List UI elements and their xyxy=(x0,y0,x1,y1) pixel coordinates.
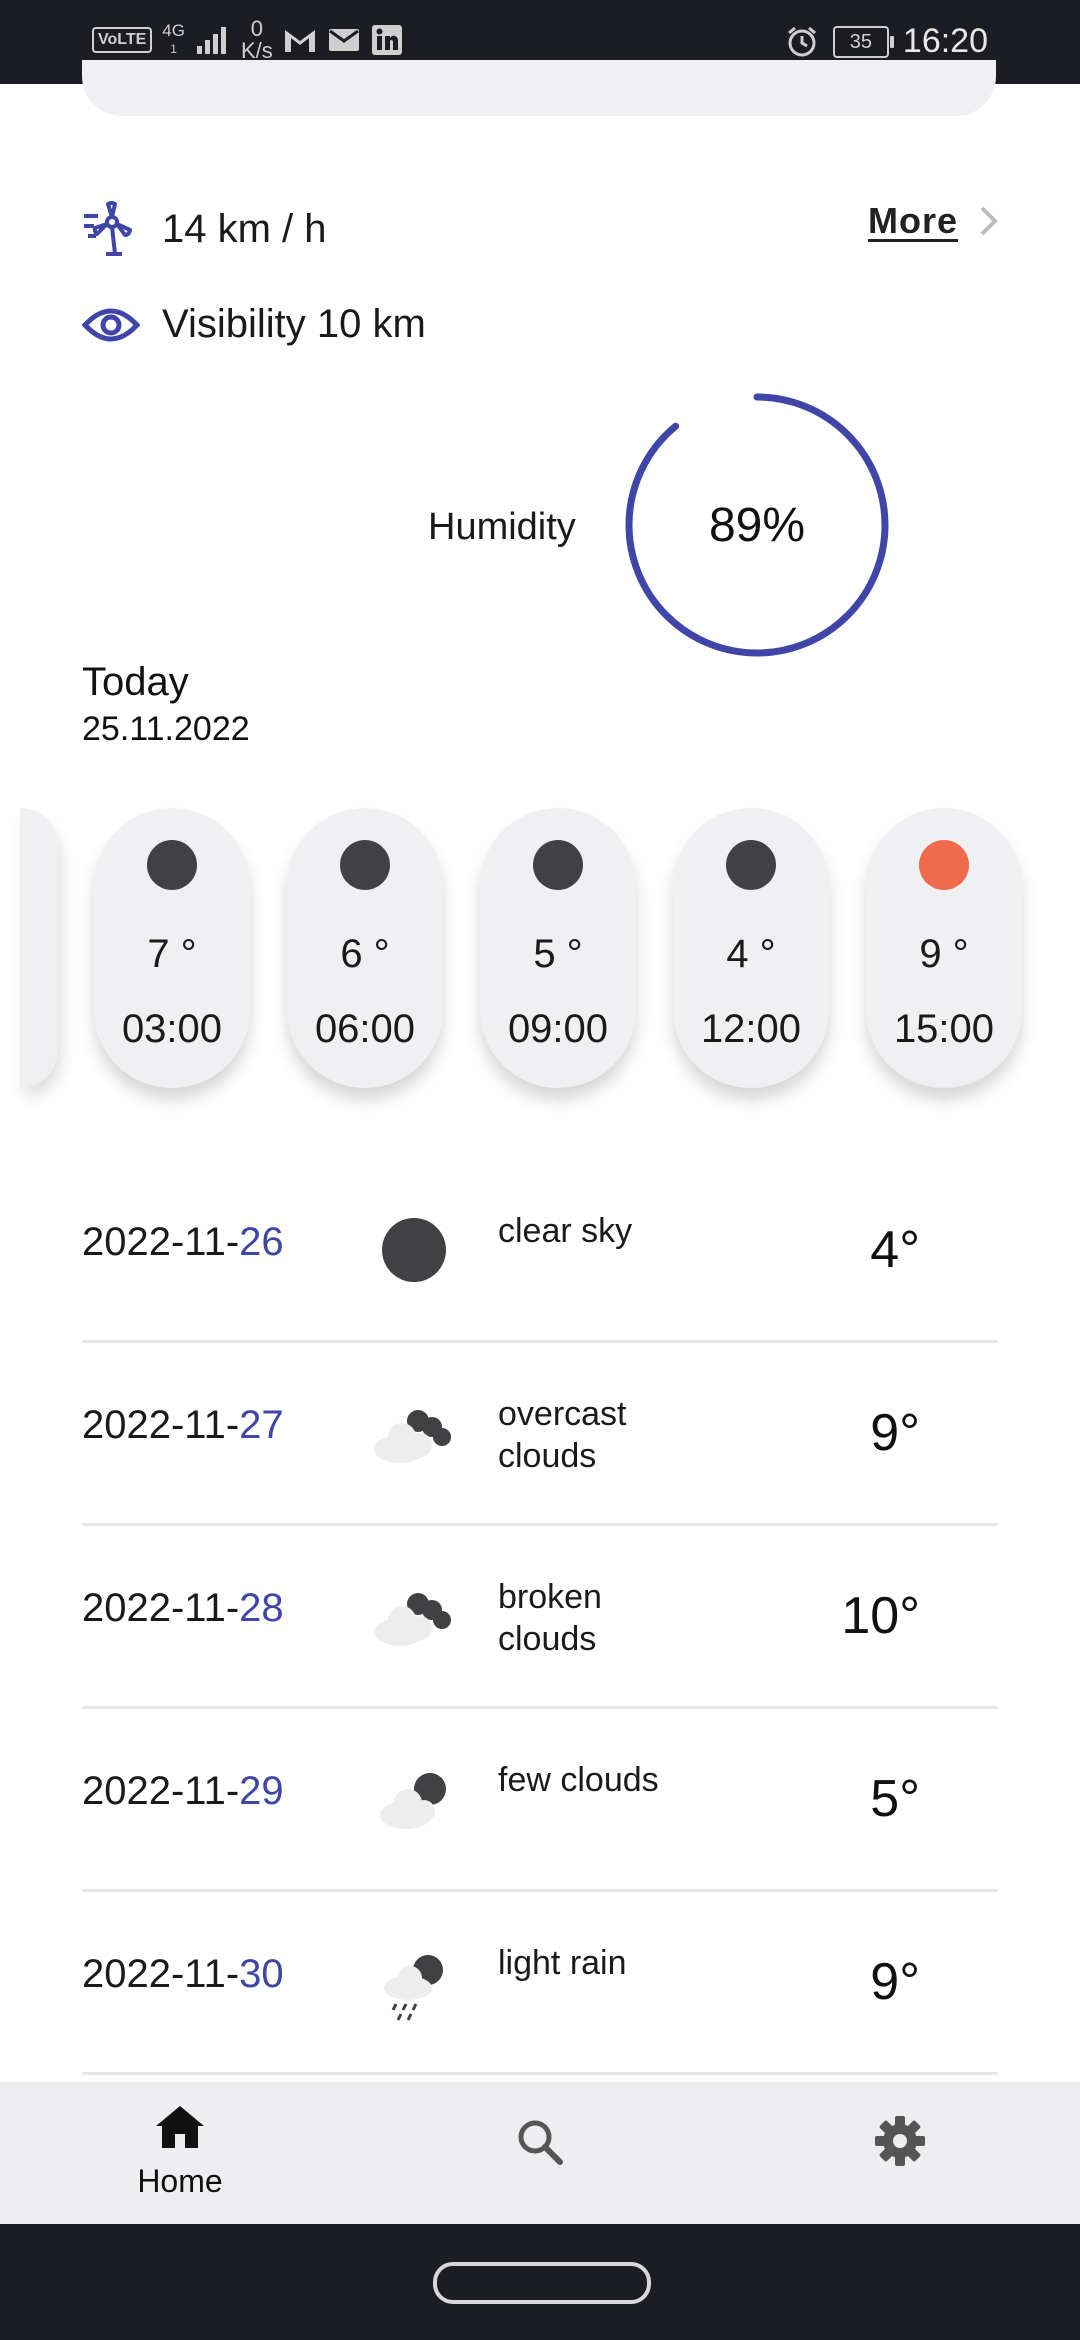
hourly-temp: 9 ° xyxy=(919,932,969,976)
forecast-date: 2022-11-27 xyxy=(82,1403,284,1447)
nav-search[interactable] xyxy=(440,2116,640,2173)
hourly-forecast[interactable]: 7 ° 03:00 6 ° 06:00 5 ° 09:00 4 ° 12:00 … xyxy=(20,808,1040,1098)
more-label: More xyxy=(867,200,958,241)
forecast-temp: 10° xyxy=(841,1587,920,1645)
sun-icon xyxy=(919,840,969,890)
moon-icon xyxy=(147,840,197,890)
search-icon xyxy=(518,2120,563,2165)
nav-home[interactable]: Home xyxy=(80,2102,280,2200)
forecast-description: few clouds xyxy=(498,1761,659,1799)
summary-card xyxy=(82,60,996,116)
today-date: 25.11.2022 xyxy=(82,710,250,748)
gmail-icon xyxy=(284,30,315,52)
visibility-row: Visibility 10 km xyxy=(82,302,426,347)
mail-icon xyxy=(328,29,359,51)
humidity-value: 89% xyxy=(708,498,806,552)
more-button[interactable]: More xyxy=(868,200,1000,242)
status-right: 35 16:20 xyxy=(785,22,988,61)
forecast-row[interactable]: 2022-11-28 broken clouds 10° xyxy=(82,1526,998,1709)
nav-home-label: Home xyxy=(137,2163,223,2199)
wind-row: 14 km / h xyxy=(82,200,327,258)
battery-icon: 35 xyxy=(832,25,894,58)
visibility-value: Visibility 10 km xyxy=(162,302,426,346)
hourly-card[interactable]: 6 ° 06:00 xyxy=(287,808,443,1088)
system-navigation-bar xyxy=(0,2224,1080,2340)
forecast-description: overcast clouds xyxy=(498,1395,627,1475)
forecast-row[interactable]: 2022-11-26 clear sky 4° xyxy=(82,1160,998,1343)
daily-forecast-list: 2022-11-26 clear sky 4° 2022-11-27 overc… xyxy=(82,1160,998,2075)
hourly-temp: 6 ° xyxy=(340,932,390,976)
forecast-temp: 9° xyxy=(870,1953,920,2011)
hourly-time: 03:00 xyxy=(121,1007,223,1051)
forecast-row[interactable]: 2022-11-27 overcast clouds 9° xyxy=(82,1343,998,1526)
signal-icon xyxy=(196,27,226,54)
humidity-label: Humidity xyxy=(428,506,576,548)
forecast-date: 2022-11-29 xyxy=(82,1769,284,1813)
moon-icon xyxy=(533,840,583,890)
few-clouds-icon xyxy=(380,1773,446,1829)
hourly-temp: 4 ° xyxy=(726,932,776,976)
forecast-temp: 4° xyxy=(870,1221,920,1279)
forecast-row[interactable]: 2022-11-30 light rain 9° xyxy=(82,1892,998,2075)
hourly-card[interactable]: 4 ° 12:00 xyxy=(673,808,829,1088)
forecast-date: 2022-11-28 xyxy=(82,1586,284,1630)
nav-settings[interactable] xyxy=(800,2114,1000,2173)
eye-icon xyxy=(82,308,140,341)
forecast-date: 2022-11-30 xyxy=(82,1952,284,1996)
moon-icon xyxy=(382,1218,446,1282)
hourly-time: 12:00 xyxy=(700,1007,802,1051)
data-speed: 0 K/s xyxy=(240,16,273,63)
hourly-time: 09:00 xyxy=(507,1007,609,1051)
bottom-navigation: Home xyxy=(0,2082,1080,2224)
overcast-clouds-icon xyxy=(374,1410,451,1463)
hourly-time: 15:00 xyxy=(893,1007,995,1051)
linkedin-icon xyxy=(371,25,402,55)
forecast-description: light rain xyxy=(498,1944,627,1982)
hourly-card[interactable]: 7 ° 03:00 xyxy=(94,808,250,1088)
clock: 16:20 xyxy=(902,22,988,60)
today-title: Today xyxy=(82,660,189,704)
forecast-description: broken clouds xyxy=(498,1578,602,1658)
moon-icon xyxy=(726,840,776,890)
network-type: 4G 1 xyxy=(162,21,185,57)
home-gesture-bar[interactable] xyxy=(433,2262,651,2304)
forecast-date: 2022-11-26 xyxy=(82,1220,284,1264)
moon-icon xyxy=(340,840,390,890)
volte-badge: VoLTE xyxy=(92,27,153,53)
wind-turbine-icon xyxy=(84,201,132,256)
hourly-temp: 5 ° xyxy=(533,932,583,976)
home-icon xyxy=(156,2106,204,2148)
hourly-temp: 7 ° xyxy=(147,932,197,976)
alarm-icon xyxy=(787,26,816,56)
forecast-temp: 9° xyxy=(870,1404,920,1462)
hourly-card-partial[interactable] xyxy=(20,808,58,1088)
chevron-right-icon xyxy=(980,206,998,236)
hourly-time: 06:00 xyxy=(314,1007,416,1051)
forecast-temp: 5° xyxy=(870,1770,920,1828)
status-left: VoLTE 4G 1 0 K/s xyxy=(92,18,403,62)
gear-icon xyxy=(875,2116,925,2166)
forecast-row[interactable]: 2022-11-29 few clouds 5° xyxy=(82,1709,998,1892)
hourly-card[interactable]: 9 ° 15:00 xyxy=(866,808,1022,1088)
hourly-card[interactable]: 5 ° 09:00 xyxy=(480,808,636,1088)
light-rain-icon xyxy=(384,1955,443,2021)
wind-speed: 14 km / h xyxy=(162,206,327,251)
broken-clouds-icon xyxy=(374,1593,451,1646)
forecast-description: clear sky xyxy=(498,1212,633,1250)
